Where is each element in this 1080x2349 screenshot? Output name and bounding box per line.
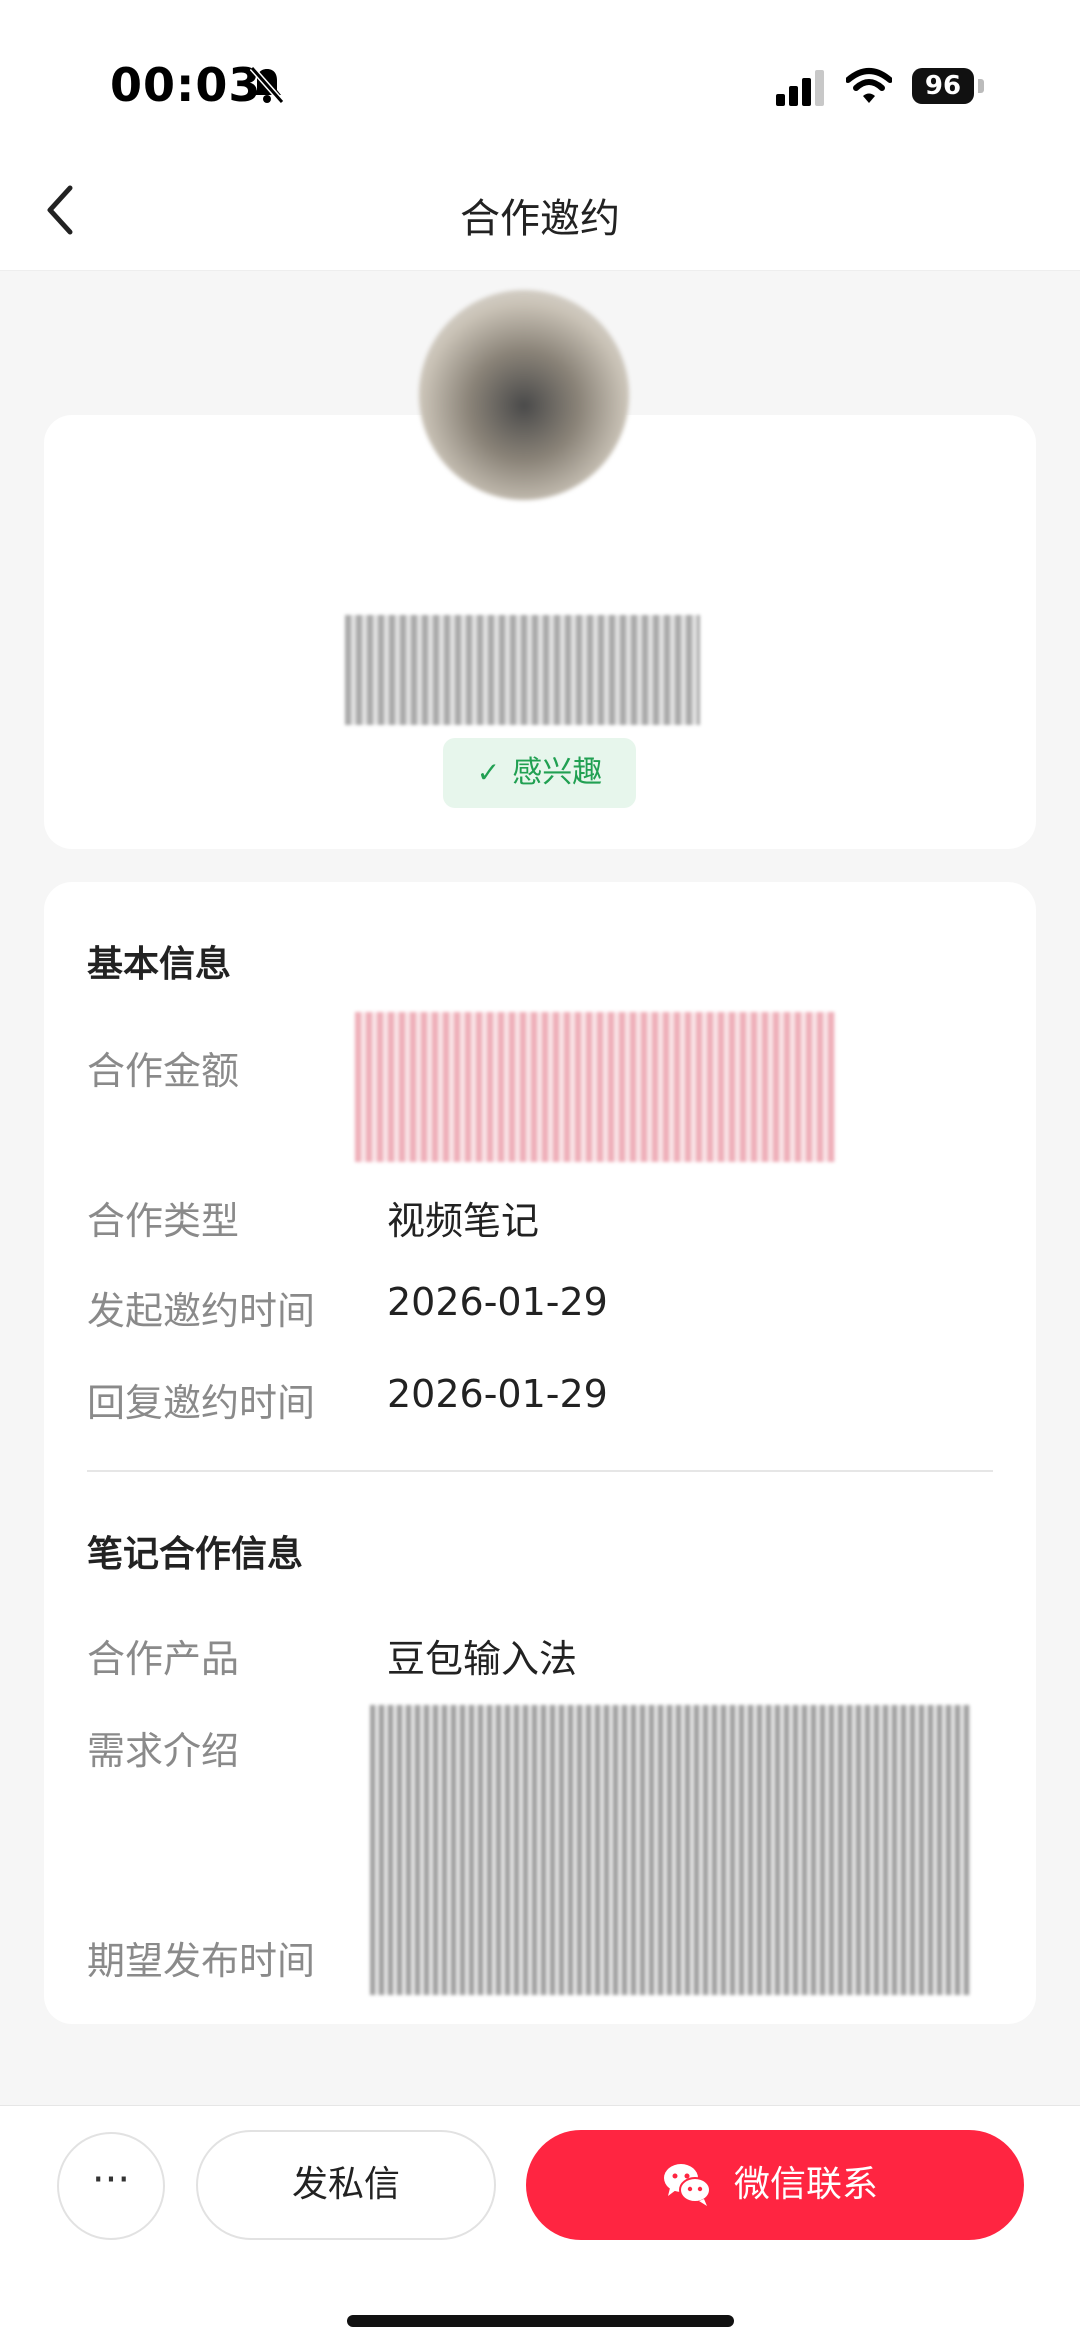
reply-time-value: 2026-01-29 [387, 1372, 608, 1416]
amount-value-redacted [355, 1012, 835, 1162]
battery-tip [978, 79, 984, 93]
status-bar: 00:03 96 [0, 0, 1080, 150]
bell-off-icon [250, 66, 284, 104]
page-title: 合作邀约 [460, 196, 620, 242]
bottom-action-bar: ··· 发私信 微信联系 [0, 2105, 1080, 2349]
note-info-title: 笔记合作信息 [87, 1534, 304, 1575]
home-indicator [347, 2315, 734, 2327]
check-icon: ✓ [476, 756, 501, 789]
interest-tag-label: 感兴趣 [512, 755, 603, 790]
invite-time-value: 2026-01-29 [387, 1280, 608, 1324]
basic-info-title: 基本信息 [87, 944, 232, 985]
invite-time-label: 发起邀约时间 [87, 1289, 316, 1333]
nav-bar: 合作邀约 [0, 150, 1080, 271]
publish-time-label: 期望发布时间 [87, 1939, 316, 1983]
product-label: 合作产品 [87, 1637, 240, 1681]
interest-tag: ✓ 感兴趣 [443, 738, 636, 808]
amount-label: 合作金额 [87, 1049, 240, 1093]
avatar[interactable] [419, 290, 629, 500]
profile-name-redacted [345, 615, 700, 725]
wifi-icon [846, 68, 892, 103]
section-divider [87, 1470, 993, 1472]
wechat-icon [664, 2164, 711, 2206]
send-message-button[interactable]: 发私信 [196, 2130, 496, 2240]
requirement-label: 需求介绍 [87, 1729, 240, 1773]
type-value: 视频笔记 [387, 1199, 540, 1243]
requirement-value-redacted [370, 1705, 970, 1995]
wechat-contact-label: 微信联系 [734, 2164, 879, 2205]
product-value: 豆包输入法 [387, 1637, 578, 1681]
type-label: 合作类型 [87, 1199, 240, 1243]
status-time: 00:03 [110, 58, 262, 112]
more-button[interactable]: ··· [57, 2132, 165, 2240]
signal-icon [776, 70, 824, 106]
reply-time-label: 回复邀约时间 [87, 1381, 316, 1425]
battery-icon: 96 [912, 68, 974, 104]
wechat-contact-button[interactable]: 微信联系 [526, 2130, 1024, 2240]
